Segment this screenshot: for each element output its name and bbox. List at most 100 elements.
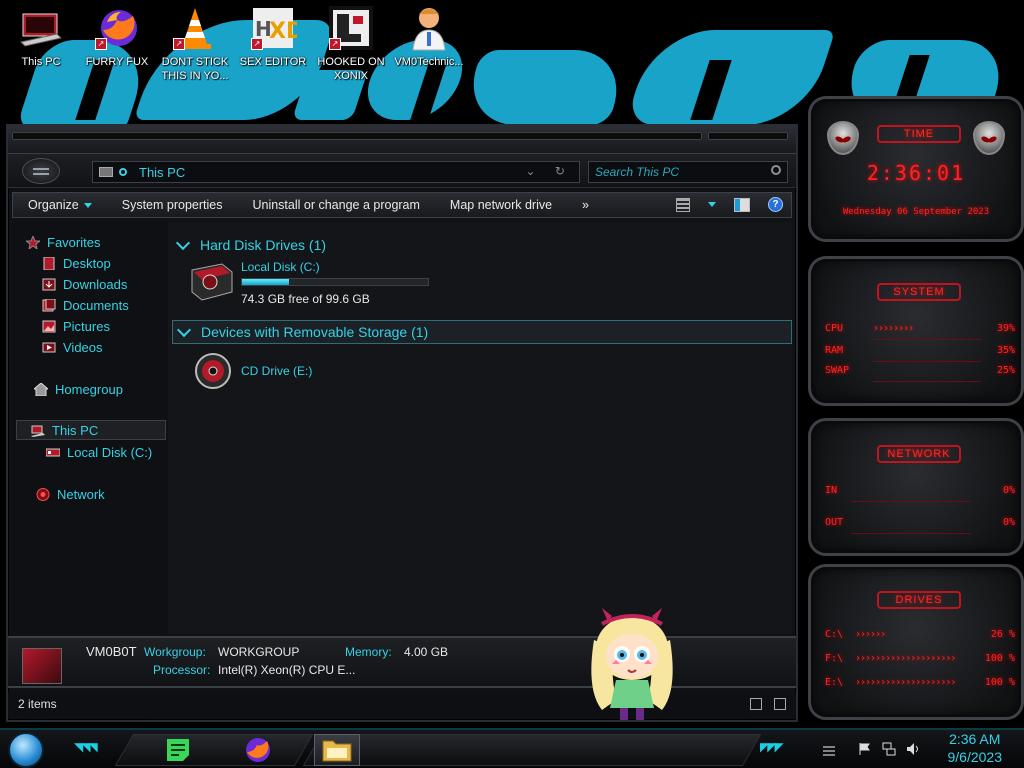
preview-pane-icon[interactable] (734, 197, 750, 212)
gadget-title: SYSTEM (877, 283, 961, 301)
download-icon (42, 278, 56, 290)
taskbar-app-file-explorer[interactable] (314, 734, 360, 766)
desktop-icon-dont-stick[interactable]: ↗ DONT STICK THIS IN YO... (156, 4, 234, 83)
drive-free-space: 74.3 GB free of 99.6 GB (241, 292, 370, 306)
map-network-drive-button[interactable]: Map network drive (435, 198, 567, 212)
network-icon (36, 487, 50, 501)
desktop-icon-furry-fux[interactable]: ↗ FURRY FUX (78, 4, 156, 69)
command-bar: Organize System properties Uninstall or … (12, 192, 792, 218)
gadget-title: TIME (877, 125, 961, 143)
chevron-down-icon (176, 322, 192, 337)
address-text: This PC (139, 164, 186, 180)
flag-icon[interactable] (858, 742, 872, 756)
sidebar-item-this-pc[interactable]: This PC (16, 420, 166, 440)
technician-icon (405, 4, 453, 52)
help-icon[interactable]: ? (768, 197, 783, 212)
folder-icon (322, 740, 352, 762)
chevron-down-icon (175, 235, 191, 250)
drive-item-local-disk-c[interactable]: Local Disk (C:) 74.3 GB free of 99.6 GB (190, 260, 590, 306)
system-gadget[interactable]: SYSTEM CPU ›››››››› 39% RAM 35% SWAP 25% (808, 256, 1024, 406)
sidebar-item-homegroup[interactable]: Homegroup (34, 379, 188, 399)
computer-icon (17, 4, 65, 52)
vlc-cone-icon: ↗ (171, 4, 219, 52)
memory-label: Memory: (345, 645, 392, 659)
desktop-icon-sex-editor[interactable]: H XD ↗ SEX EDITOR (234, 4, 312, 69)
desktop-icon-hooked-on-xonix[interactable]: ↗ HOOKED ON XONIX (312, 4, 390, 83)
content-pane: Hard Disk Drives (1) Local Disk (C:) 74.… (168, 222, 792, 634)
processor-label: Processor: (153, 663, 211, 677)
item-count: 2 items (18, 697, 57, 711)
firefox-icon (246, 738, 270, 762)
navigation-pane: Favorites Desktop Downloads Documents Pi… (12, 222, 166, 634)
clock-time: 2:36 AM (949, 731, 1001, 747)
alien-head-icon (973, 121, 1005, 155)
time-gadget[interactable]: TIME 2:36:01 Wednesday 06 September 2023 (808, 96, 1024, 242)
desktop-icon-label: SEX EDITOR (239, 56, 307, 68)
cartoon-character-gadget[interactable] (580, 600, 684, 724)
desktop-icon-vm0technic[interactable]: VM0Technic... (390, 4, 468, 69)
workgroup-label: Workgroup: (144, 645, 206, 659)
address-bar[interactable]: This PC ⌄ ↻ (92, 161, 580, 183)
drive-item-cd-drive-e[interactable]: CD Drive (E:) (194, 352, 494, 392)
drive-usage-bar (241, 278, 429, 286)
drive-usage-fill (242, 279, 290, 285)
gadget-panel: TIME 2:36:01 Wednesday 06 September 2023… (808, 96, 1024, 724)
organize-button[interactable]: Organize (13, 198, 107, 212)
pictures-icon (42, 320, 56, 332)
window-frame-top (8, 126, 796, 154)
search-icon (771, 165, 781, 175)
hard-drive-icon (191, 263, 233, 301)
processor-value: Intel(R) Xeon(R) CPU E... (218, 663, 356, 677)
hard-drive-icon (46, 448, 60, 456)
chevron-down-icon (83, 203, 92, 209)
details-view-icon[interactable] (750, 698, 762, 710)
search-placeholder: Search This PC (595, 165, 680, 179)
gadget-title: NETWORK (877, 445, 961, 463)
more-commands-button[interactable]: » (567, 198, 604, 212)
cd-drive-icon (195, 353, 231, 389)
volume-icon[interactable] (906, 742, 920, 756)
search-input[interactable]: Search This PC (588, 161, 788, 183)
chevron-down-icon[interactable] (708, 202, 716, 207)
desktop-icon-label: VM0Technic... (394, 56, 464, 68)
system-clock[interactable]: 2:36 AM 9/6/2023 (948, 730, 1003, 766)
desktop-icon-label: HOOKED ON XONIX (317, 56, 385, 82)
refresh-icon[interactable]: ⌄ ↻ (526, 164, 573, 178)
back-forward-button[interactable] (22, 158, 60, 184)
gadget-title: DRIVES (877, 591, 961, 609)
desktop-icon-label: DONT STICK THIS IN YO... (161, 56, 229, 82)
system-properties-button[interactable]: System properties (107, 198, 238, 212)
star-icon (26, 235, 40, 249)
alien-head-icon (827, 121, 859, 155)
gadget-date: Wednesday 06 September 2023 (842, 207, 990, 217)
drive-name: CD Drive (E:) (241, 364, 313, 378)
hxd-editor-icon: H XD ↗ (249, 4, 304, 52)
group-header-hard-disk-drives[interactable]: Hard Disk Drives (1) (174, 234, 326, 256)
location-icon (119, 168, 127, 176)
computer-icon (31, 425, 45, 437)
sidebar-item-network[interactable]: Network (36, 484, 190, 504)
xonix-game-icon: ↗ (327, 4, 375, 52)
navigation-bar: This PC ⌄ ↻ Search This PC (8, 154, 796, 188)
gadget-clock: 2:36:01 (866, 161, 966, 185)
desktop-icon-this-pc[interactable]: This PC (2, 4, 80, 69)
clock-date: 9/6/2023 (947, 749, 1003, 765)
group-header-removable-storage[interactable]: Devices with Removable Storage (1) (172, 320, 792, 344)
computer-name: VM0B0T (86, 644, 137, 659)
taskbar-app-notes[interactable] (160, 734, 196, 766)
drives-gadget[interactable]: DRIVES C:\ ›››››› 26 % F:\ ›››››››››››››… (808, 564, 1024, 720)
start-button[interactable] (8, 732, 44, 768)
uninstall-program-button[interactable]: Uninstall or change a program (237, 198, 434, 212)
cartoon-girl-image (591, 608, 673, 720)
network-gadget[interactable]: NETWORK IN 0% OUT 0% (808, 418, 1024, 556)
change-view-icon[interactable] (676, 197, 690, 212)
taskbar-app-firefox[interactable] (240, 734, 276, 766)
large-icons-view-icon[interactable] (774, 698, 786, 710)
sidebar-item-favorites[interactable]: Favorites (26, 232, 180, 252)
documents-icon (42, 298, 56, 311)
computer-thumbnail (22, 648, 62, 684)
network-tray-icon[interactable] (882, 742, 896, 756)
notes-app-icon (167, 739, 189, 761)
action-center-icon[interactable] (822, 744, 836, 758)
desktop-icon-label: This PC (21, 56, 61, 68)
